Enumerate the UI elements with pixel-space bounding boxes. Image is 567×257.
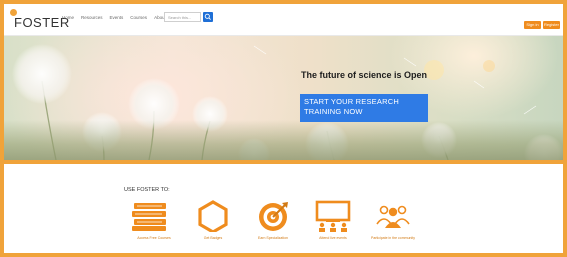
page-frame: FOSTER Home Resources Events Courses Abo… — [0, 0, 567, 257]
search-button[interactable] — [203, 12, 213, 22]
presentation-icon — [315, 200, 351, 232]
search-input[interactable]: Search this... — [164, 12, 201, 22]
feature-label: Access Free Courses — [137, 236, 171, 240]
feature-label: Attend live events — [319, 236, 347, 240]
cta-line-1: START YOUR RESEARCH — [304, 97, 399, 106]
main-nav: Home Resources Events Courses About — [62, 14, 166, 22]
use-foster-heading: USE FOSTER TO: — [124, 187, 170, 193]
top-navigation-bar: FOSTER Home Resources Events Courses Abo… — [4, 4, 563, 36]
nav-item-home[interactable]: Home — [62, 14, 74, 22]
foster-logo[interactable]: FOSTER — [10, 9, 69, 31]
cta-line-2: TRAINING NOW — [304, 107, 363, 116]
start-training-button[interactable]: START YOUR RESEARCH TRAINING NOW — [300, 94, 428, 122]
nav-item-courses[interactable]: Courses — [130, 14, 147, 22]
register-button[interactable]: Register — [543, 21, 560, 29]
hexagon-badge-icon — [198, 200, 228, 232]
feature-label: Participate in the community — [371, 236, 415, 240]
books-icon — [132, 203, 166, 231]
hero-bottom-divider — [4, 160, 563, 164]
hero-ground-shading — [4, 120, 563, 160]
community-icon — [376, 205, 410, 228]
feature-list: Access Free Courses Get Badges Earn Spec… — [4, 200, 563, 250]
feature-label: Earn Specialization — [258, 236, 288, 240]
hero-title: The future of science is Open — [301, 70, 428, 80]
hero-banner — [4, 36, 563, 160]
feature-label: Get Badges — [203, 236, 223, 240]
search-icon — [204, 13, 211, 20]
target-icon — [259, 202, 288, 231]
sign-in-button[interactable]: Sign in — [524, 21, 541, 29]
nav-item-events[interactable]: Events — [110, 14, 124, 22]
nav-item-resources[interactable]: Resources — [81, 14, 103, 22]
